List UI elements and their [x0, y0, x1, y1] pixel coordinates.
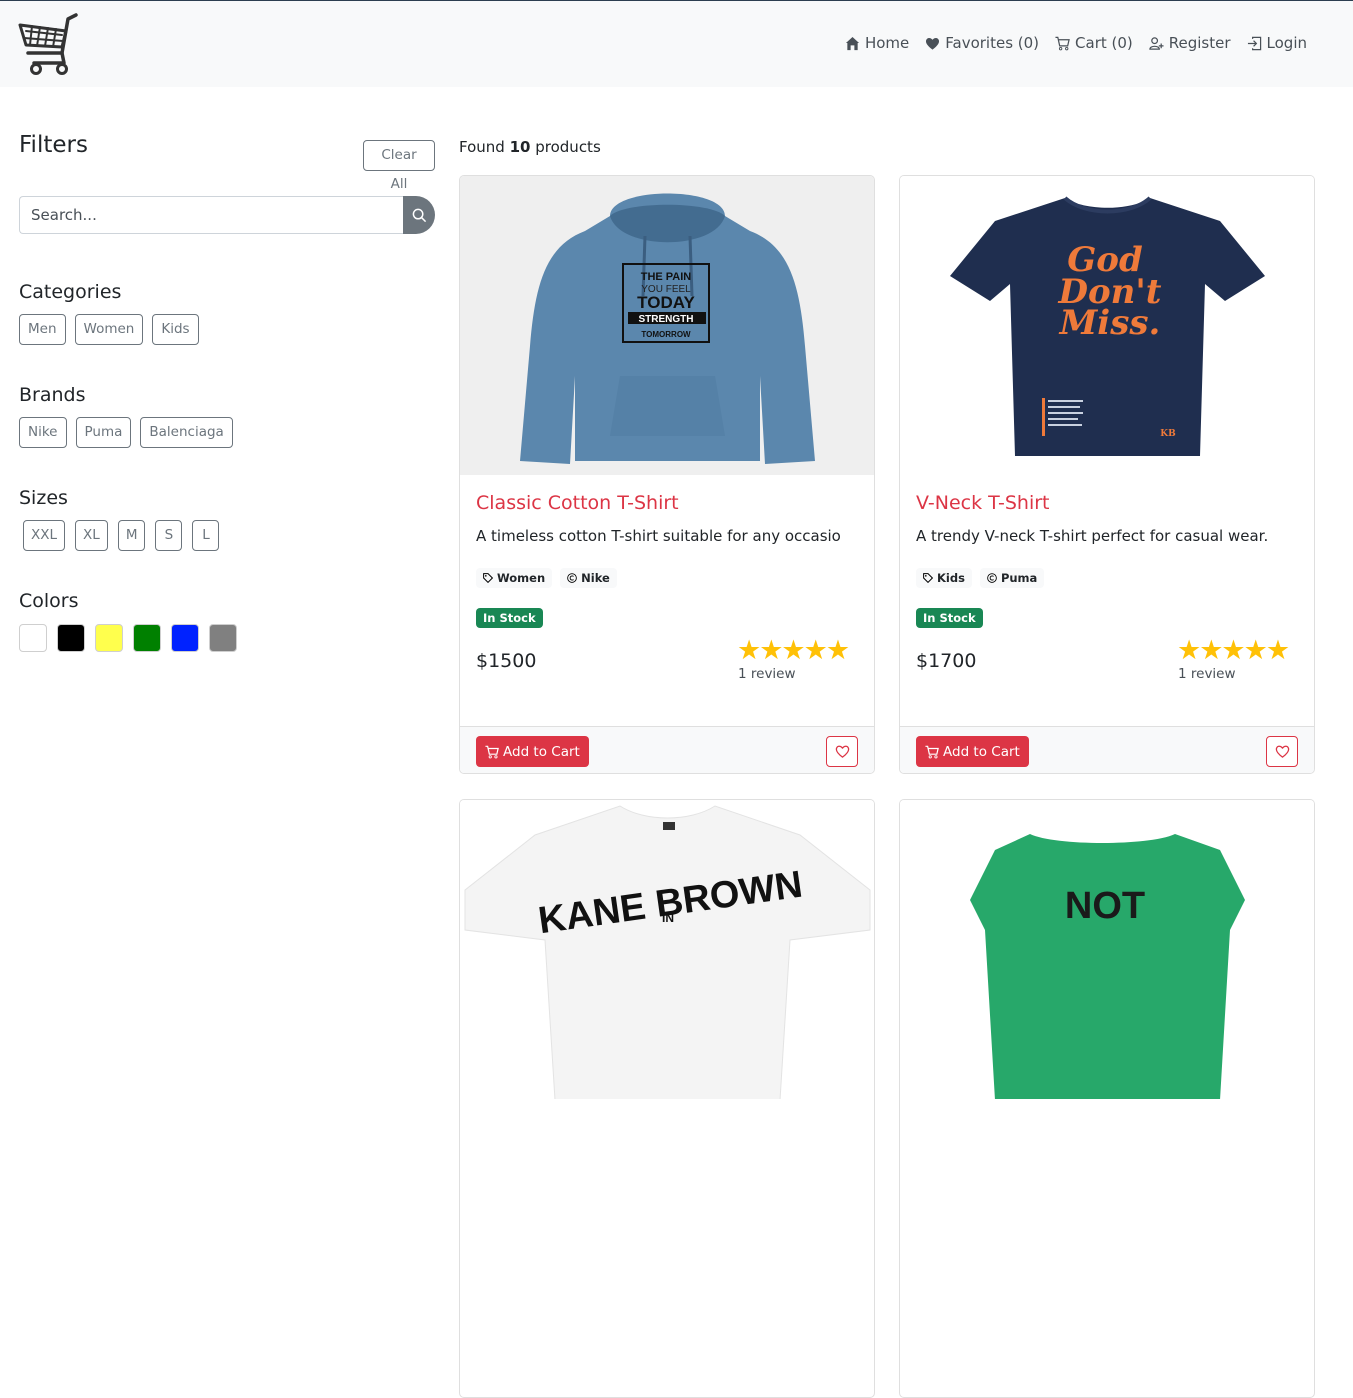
size-chip[interactable]: XXL	[23, 520, 66, 551]
brand-tag: Nike	[560, 568, 617, 588]
product-title[interactable]: Classic Cotton T-Shirt	[476, 492, 679, 514]
nav-login-label: Login	[1266, 34, 1307, 52]
nav-cart-label: Cart (0)	[1075, 34, 1133, 52]
card-footer: Add to Cart	[900, 726, 1314, 773]
stock-badge: In Stock	[476, 608, 543, 628]
product-card[interactable]: God Don't Miss. KB V-Neck T-Shirt A tren…	[899, 175, 1315, 774]
nav-login[interactable]: Login	[1247, 34, 1307, 52]
add-to-cart-button[interactable]: Add to Cart	[476, 736, 589, 767]
nav-favorites-label: Favorites (0)	[945, 34, 1040, 52]
search-group	[19, 196, 435, 234]
size-chip[interactable]: S	[155, 520, 183, 551]
review-count[interactable]: 1 review	[738, 666, 796, 682]
color-swatch-white[interactable]	[19, 624, 47, 652]
nav-home-label: Home	[864, 34, 910, 52]
color-swatch-yellow[interactable]	[95, 624, 123, 652]
sizes-list: XXL XL M S L	[23, 520, 220, 551]
product-tags: Women Nike	[476, 568, 617, 588]
categories-list: Men Women Kids	[19, 314, 199, 345]
heart-icon	[926, 37, 940, 50]
color-swatch-blue[interactable]	[171, 624, 199, 652]
category-chip[interactable]: Men	[19, 314, 66, 345]
product-image-tshirt[interactable]: God Don't Miss. KB	[900, 176, 1314, 475]
category-tag: Kids	[916, 568, 972, 588]
category-chip[interactable]: Kids	[152, 314, 199, 345]
favorite-button[interactable]	[826, 736, 858, 767]
product-price: $1500	[476, 650, 537, 672]
search-input[interactable]	[19, 196, 404, 234]
cart-icon	[925, 745, 939, 758]
colors-title: Colors	[19, 590, 79, 612]
tshirt-print-line-3: Miss.	[1059, 303, 1161, 343]
favorite-button[interactable]	[1266, 736, 1298, 767]
filters-title: Filters	[19, 132, 88, 158]
copyright-icon	[987, 573, 997, 583]
white-tshirt-print-line-2: IN	[662, 911, 674, 925]
product-description: A trendy V-neck T-shirt perfect for casu…	[916, 527, 1269, 545]
nav-cart[interactable]: Cart (0)	[1055, 34, 1133, 52]
hoodie-print-line-4: STRENGTH	[639, 314, 694, 325]
navbar: Home Favorites (0) Cart (0) Register Log…	[0, 1, 1353, 87]
product-description: A timeless cotton T-shirt suitable for a…	[476, 527, 841, 545]
tag-icon	[923, 573, 933, 583]
brand-chip[interactable]: Puma	[75, 417, 132, 448]
brand-tag: Puma	[979, 568, 1045, 588]
product-tags: Kids Puma	[916, 568, 1045, 588]
nav-register-label: Register	[1168, 34, 1231, 52]
brand-chip[interactable]: Balenciaga	[140, 417, 233, 448]
color-swatch-black[interactable]	[57, 624, 85, 652]
user-plus-icon	[1149, 36, 1164, 50]
product-card[interactable]: NOT	[899, 799, 1315, 1398]
nav-favorites[interactable]: Favorites (0)	[925, 34, 1039, 52]
copyright-icon	[567, 573, 577, 583]
product-image-green-tshirt[interactable]: NOT	[900, 800, 1314, 1099]
nav-register[interactable]: Register	[1149, 34, 1231, 52]
heart-outline-icon	[835, 745, 849, 758]
results-count: Found 10 products	[459, 138, 601, 156]
category-chip[interactable]: Women	[74, 314, 144, 345]
add-to-cart-button[interactable]: Add to Cart	[916, 736, 1029, 767]
rating-stars: ★★★★★	[737, 635, 850, 666]
brand-chip[interactable]: Nike	[19, 417, 67, 448]
hoodie-print-line-5: TOMORROW	[641, 330, 691, 339]
categories-title: Categories	[19, 281, 122, 303]
product-image-white-tshirt[interactable]: KANE BROWN IN	[460, 800, 874, 1099]
hoodie-print-line-3: TODAY	[637, 293, 695, 312]
cart-icon	[1055, 36, 1070, 50]
color-swatch-gray[interactable]	[209, 624, 237, 652]
stock-badge: In Stock	[916, 608, 983, 628]
size-chip[interactable]: M	[117, 520, 146, 551]
home-icon	[845, 36, 860, 50]
nav-home[interactable]: Home	[845, 34, 909, 52]
card-footer: Add to Cart	[460, 726, 874, 773]
main-nav: Home Favorites (0) Cart (0) Register Log…	[845, 34, 1307, 52]
tag-icon	[483, 573, 493, 583]
product-card[interactable]: THE PAIN YOU FEEL TODAY STRENGTH TOMORRO…	[459, 175, 875, 774]
hoodie-print-line-1: THE PAIN	[641, 271, 692, 283]
size-chip[interactable]: L	[192, 520, 220, 551]
category-tag: Women	[476, 568, 553, 588]
product-price: $1700	[916, 650, 977, 672]
tshirt-print-line-4: KB	[1160, 429, 1176, 439]
shopping-cart-logo-icon[interactable]	[18, 13, 80, 75]
product-image-hoodie[interactable]: THE PAIN YOU FEEL TODAY STRENGTH TOMORRO…	[460, 176, 874, 475]
clear-all-button[interactable]: Clear All	[363, 140, 435, 192]
heart-outline-icon	[1275, 745, 1289, 758]
search-icon	[412, 208, 426, 222]
product-card[interactable]: KANE BROWN IN	[459, 799, 875, 1398]
brands-title: Brands	[19, 384, 86, 406]
size-chip[interactable]: XL	[75, 520, 108, 551]
product-title[interactable]: V-Neck T-Shirt	[916, 492, 1050, 514]
review-count[interactable]: 1 review	[1178, 666, 1236, 682]
cart-icon	[485, 745, 499, 758]
colors-list	[19, 624, 237, 652]
brands-list: Nike Puma Balenciaga	[19, 417, 233, 448]
color-swatch-green[interactable]	[133, 624, 161, 652]
rating-stars: ★★★★★	[1177, 635, 1290, 666]
search-button[interactable]	[403, 196, 435, 234]
login-icon	[1247, 36, 1261, 50]
sizes-title: Sizes	[19, 487, 68, 509]
